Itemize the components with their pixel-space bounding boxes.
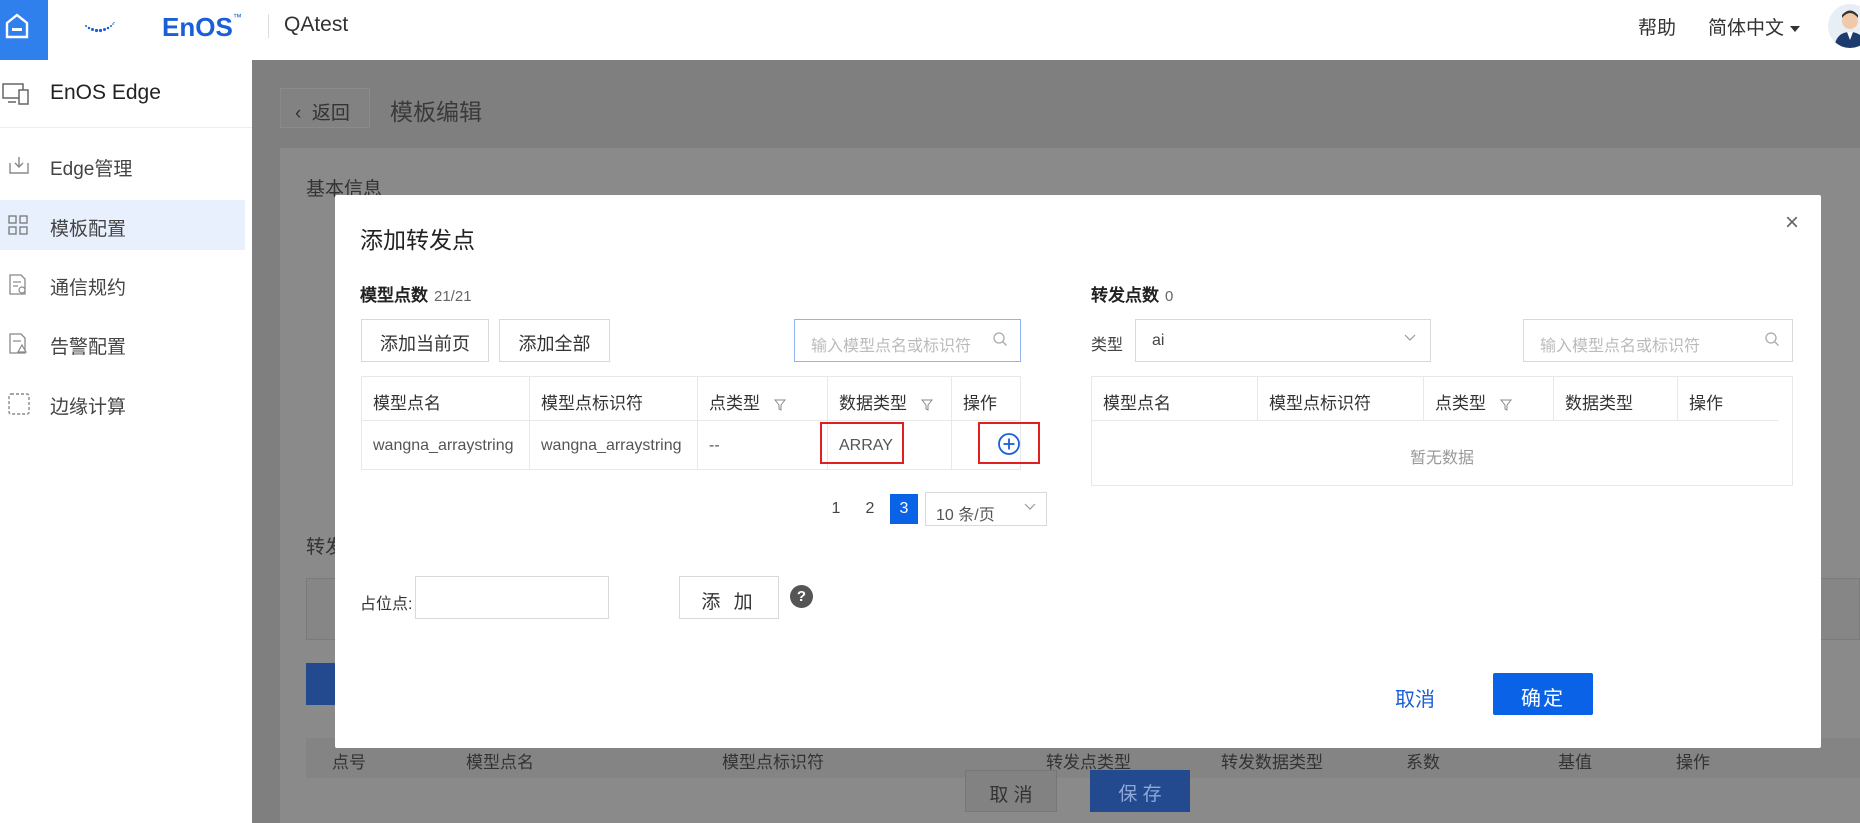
table-row: wangna_arraystring wangna_arraystring --… (362, 421, 1020, 469)
add-placeholder-button[interactable]: 添 加 (679, 576, 779, 619)
sidebar-item-label: 模板配置 (50, 219, 127, 240)
column-header: 点号 (332, 753, 366, 772)
sidebar-title: EnOS Edge (50, 81, 161, 104)
dashed-square-icon (8, 393, 30, 415)
user-avatar-icon (1834, 10, 1860, 48)
top-bar: EnOS™ QAtest 帮助 简体中文 (0, 0, 1860, 60)
column-header: 模型点名 (362, 377, 530, 421)
column-header: 操作 (963, 394, 997, 413)
placeholder-input[interactable] (415, 576, 609, 619)
column-header: 模型点名 (1092, 377, 1258, 421)
forward-point-search-input[interactable]: 输入模型点名或标识符 (1523, 319, 1793, 362)
pagination-page-3[interactable]: 3 (890, 494, 918, 524)
model-point-search-input[interactable]: 输入模型点名或标识符 (794, 319, 1021, 362)
confirm-button[interactable]: 确定 (1493, 673, 1593, 715)
column-header: 操作 (1676, 753, 1710, 772)
column-header: 模型点标识符 (722, 753, 824, 772)
download-box-icon (9, 157, 29, 174)
home-button[interactable] (0, 0, 48, 60)
cell-point-type: -- (698, 421, 828, 469)
forward-points-table: 模型点名 模型点标识符 点类型 数据类型 操作 暂无数据 (1091, 376, 1793, 486)
sidebar-item-template-config[interactable]: 模板配置 (0, 200, 245, 250)
background-save-button: 保 存 (1090, 770, 1190, 812)
column-header: 转发数据类型 (1221, 753, 1323, 772)
add-circle-icon[interactable] (997, 432, 1021, 456)
sidebar-item-alarm-config[interactable]: 告警配置 (0, 318, 245, 368)
help-icon[interactable]: ? (790, 585, 813, 608)
home-icon (5, 13, 29, 39)
forward-point-count-heading: 转发点数 0 (1091, 286, 1174, 305)
sidebar-header: EnOS Edge (0, 60, 252, 128)
filter-icon[interactable] (921, 399, 933, 411)
sidebar-item-edge-management[interactable]: Edge管理 (0, 140, 245, 190)
cell-model-point-name: wangna_arraystring (362, 421, 530, 469)
model-point-count: 21/21 (434, 288, 472, 305)
close-icon[interactable]: × (1785, 209, 1799, 237)
column-header: 模型点标识符 (1258, 377, 1424, 421)
cancel-button[interactable]: 取消 (1395, 683, 1435, 712)
enos-logo-dots-icon (85, 21, 115, 33)
table-header: 模型点名 模型点标识符 点类型 数据类型 操作 (1092, 377, 1778, 421)
enos-logo: EnOS™ (162, 12, 242, 42)
sidebar-item-edge-computing[interactable]: 边缘计算 (0, 378, 245, 428)
help-link[interactable]: 帮助 (1638, 13, 1676, 40)
placeholder-label: 占位点: (360, 596, 413, 613)
background-primary-button (306, 663, 336, 705)
table-header: 模型点名 模型点标识符 点类型 数据类型 操作 (362, 377, 1020, 421)
grid-icon (8, 215, 28, 235)
column-header-point-type: 点类型 (698, 377, 828, 421)
model-point-count-heading: 模型点数 21/21 (360, 286, 472, 305)
page-size-select[interactable]: 10 条/页 (925, 492, 1047, 526)
language-dropdown[interactable]: 简体中文 (1708, 13, 1801, 40)
data-type-highlight (820, 422, 904, 464)
type-select[interactable]: ai (1135, 319, 1431, 362)
chevron-down-icon (1024, 503, 1036, 510)
filter-icon[interactable] (774, 399, 786, 411)
column-header: 基值 (1558, 753, 1592, 772)
column-header: 模型点名 (466, 753, 534, 772)
sidebar-item-protocol[interactable]: 通信规约 (0, 259, 245, 309)
sidebar-item-label: 边缘计算 (50, 397, 127, 418)
edge-device-icon (2, 83, 29, 105)
pagination-page-1[interactable]: 1 (822, 494, 850, 524)
add-forward-point-dialog: 添加转发点 × 模型点数 21/21 添加当前页 添加全部 输入模型点名或标识符 … (335, 195, 1821, 748)
column-header: 操作 (1689, 394, 1723, 413)
forward-point-count: 0 (1165, 288, 1174, 305)
background-cancel-button: 取 消 (965, 770, 1057, 812)
empty-state: 暂无数据 (1409, 450, 1474, 467)
back-button: ‹ 返回 (280, 88, 370, 128)
avatar[interactable] (1828, 4, 1860, 48)
chevron-down-icon (1404, 334, 1416, 341)
page-title: 模板编辑 (390, 99, 482, 125)
type-label: 类型 (1091, 337, 1124, 354)
column-header-data-type: 数据类型 (828, 377, 952, 421)
sidebar: EnOS Edge Edge管理 模板配置 通信规约 告警配置 边缘计算 (0, 60, 252, 823)
column-header: 数据类型 (1554, 377, 1678, 421)
column-header: 系数 (1406, 753, 1440, 772)
top-divider (268, 14, 269, 38)
add-current-page-button[interactable]: 添加当前页 (361, 319, 489, 362)
column-header-point-type: 点类型 (1424, 377, 1554, 421)
search-icon (993, 332, 1007, 346)
document-gear-icon (9, 274, 26, 295)
sidebar-item-label: 告警配置 (50, 337, 127, 358)
pagination-page-2[interactable]: 2 (856, 494, 884, 524)
cell-identifier: wangna_arraystring (530, 421, 698, 469)
search-icon (1765, 332, 1779, 346)
document-alert-icon (9, 333, 28, 354)
caret-down-icon (1790, 25, 1801, 32)
sidebar-item-label: 通信规约 (50, 278, 127, 299)
model-points-table: 模型点名 模型点标识符 点类型 数据类型 操作 wangna_arraystri… (361, 376, 1021, 470)
filter-icon[interactable] (1500, 399, 1512, 411)
app-name: QAtest (284, 13, 349, 36)
add-all-button[interactable]: 添加全部 (499, 319, 610, 362)
dialog-title: 添加转发点 (360, 227, 475, 253)
column-header: 模型点标识符 (530, 377, 698, 421)
sidebar-item-label: Edge管理 (50, 159, 133, 180)
